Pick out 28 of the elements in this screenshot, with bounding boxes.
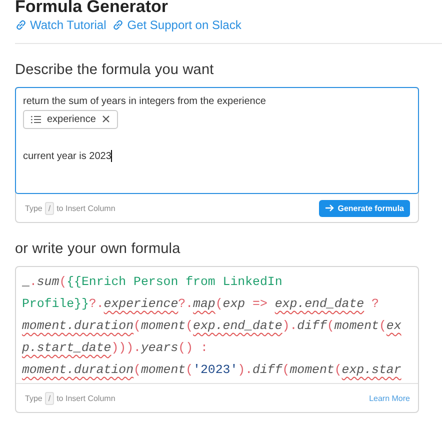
code-line: moment.duration(moment('2023').diff(moment(exp.star [22, 362, 402, 379]
link-icon [112, 19, 124, 31]
section-heading: Describe the formula you want [15, 62, 215, 78]
close-icon [102, 115, 110, 123]
arrow-icon [324, 204, 334, 212]
key-hint: / [45, 202, 54, 214]
column-chip[interactable]: experience [23, 110, 118, 128]
code-line: moment.duration(moment(exp.end_date).diff(moment(ex [22, 318, 402, 335]
key-hint: / [45, 392, 54, 404]
hint-text: to Insert Column [56, 394, 116, 402]
section-heading: or write your own formula [15, 241, 182, 257]
code-line: _.sum({{Enrich Person from LinkedIn [22, 274, 284, 291]
link[interactable]: Get Support on Slack [112, 18, 242, 32]
chip-label: experience [47, 114, 96, 124]
hint-text: to Insert Column [56, 204, 116, 212]
learn-more-link[interactable]: Learn More [369, 394, 410, 402]
prompt-field[interactable]: return the sum of years in integers from the experience experience current year is 2023 [15, 87, 419, 194]
code-line: p.start_date))).years() : [22, 340, 209, 357]
hint-text: Type [25, 204, 42, 212]
generate-button[interactable]: Generate formula [318, 200, 410, 216]
list-icon [31, 114, 41, 124]
prompt-text: current year is 2023 [23, 150, 112, 162]
code-line: Profile}}?.experience?.map(exp => exp.end_date ? [22, 296, 380, 313]
prompt-text: return the sum of years in integers from the experience [23, 96, 266, 106]
link-icon [15, 19, 27, 31]
hint-text: Type [25, 394, 42, 402]
page-title: Formula Generator [15, 0, 170, 17]
link[interactable]: Watch Tutorial [15, 18, 106, 32]
